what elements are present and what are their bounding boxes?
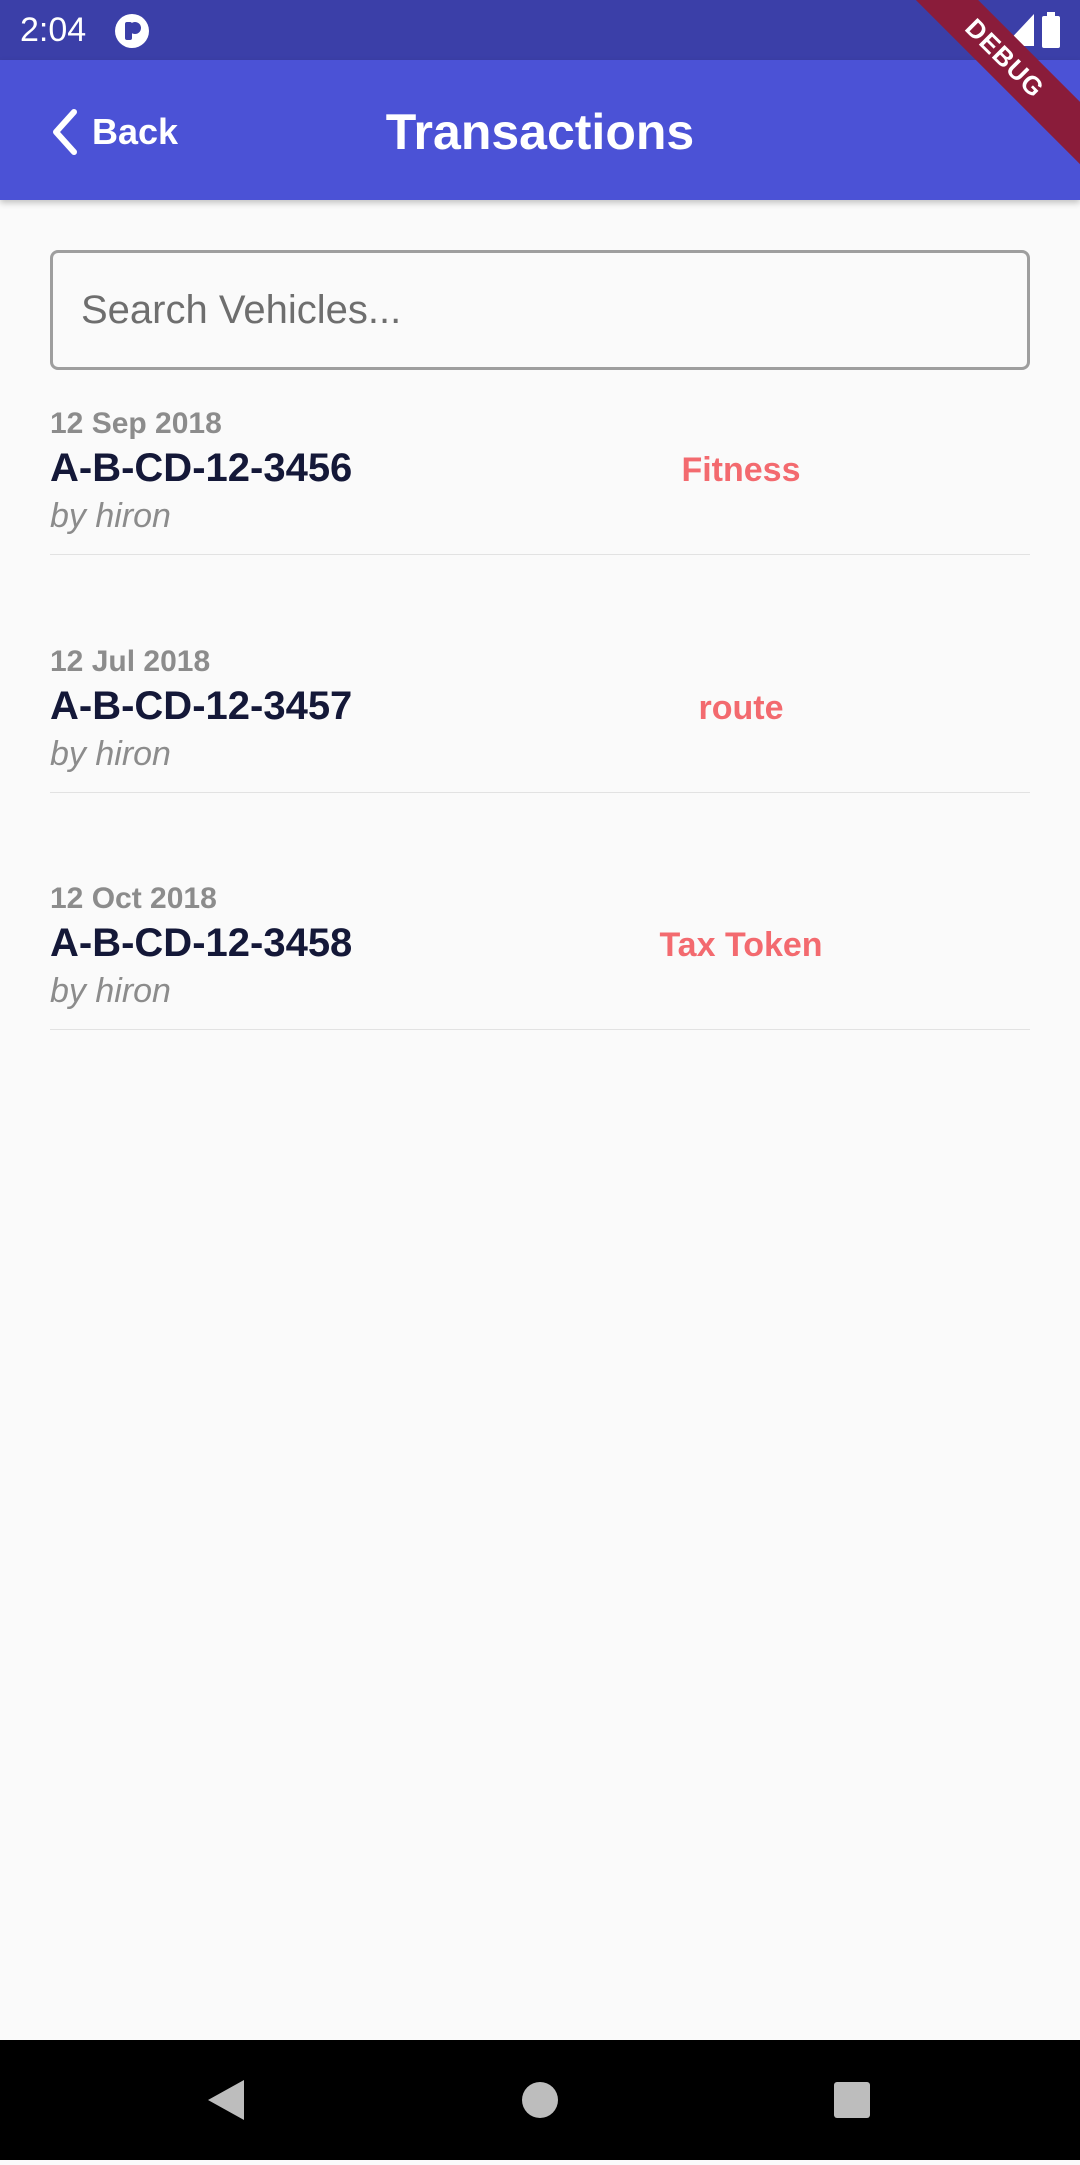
list-item[interactable]: 12 Sep 2018 A-B-CD-12-3456 by hiron Fitn…: [50, 405, 1030, 555]
vehicle-plate: A-B-CD-12-3456: [50, 446, 353, 490]
search-field[interactable]: [50, 250, 1030, 370]
search-input[interactable]: [53, 253, 1027, 367]
nav-recents-button[interactable]: [792, 2040, 912, 2160]
app-notification-icon: [115, 14, 149, 48]
transaction-type: Tax Token: [659, 926, 823, 964]
list-item[interactable]: 12 Oct 2018 A-B-CD-12-3458 by hiron Tax …: [50, 880, 1030, 1030]
battery-icon: [1042, 12, 1060, 48]
transaction-date: 12 Oct 2018: [50, 882, 217, 915]
status-time: 2:04: [20, 11, 87, 49]
list-item[interactable]: 12 Jul 2018 A-B-CD-12-3457 by hiron rout…: [50, 643, 1030, 793]
status-bar: 2:04: [0, 0, 1080, 60]
transaction-type: Fitness: [681, 451, 801, 489]
navigation-bar: [0, 2040, 1080, 2160]
transaction-author: by hiron: [50, 972, 171, 1010]
back-icon: [208, 2080, 244, 2120]
nav-back-button[interactable]: [166, 2040, 286, 2160]
recents-icon: [834, 2082, 870, 2118]
transaction-author: by hiron: [50, 735, 171, 773]
transaction-author: by hiron: [50, 497, 171, 535]
transaction-date: 12 Sep 2018: [50, 407, 222, 440]
page-title: Transactions: [385, 104, 695, 160]
vehicle-plate: A-B-CD-12-3457: [50, 684, 353, 728]
vehicle-plate: A-B-CD-12-3458: [50, 921, 353, 965]
home-icon: [522, 2082, 558, 2118]
nav-home-button[interactable]: [480, 2040, 600, 2160]
transaction-type: route: [698, 689, 784, 727]
transaction-date: 12 Jul 2018: [50, 645, 211, 678]
app-bar: Back Transactions: [0, 60, 1080, 200]
